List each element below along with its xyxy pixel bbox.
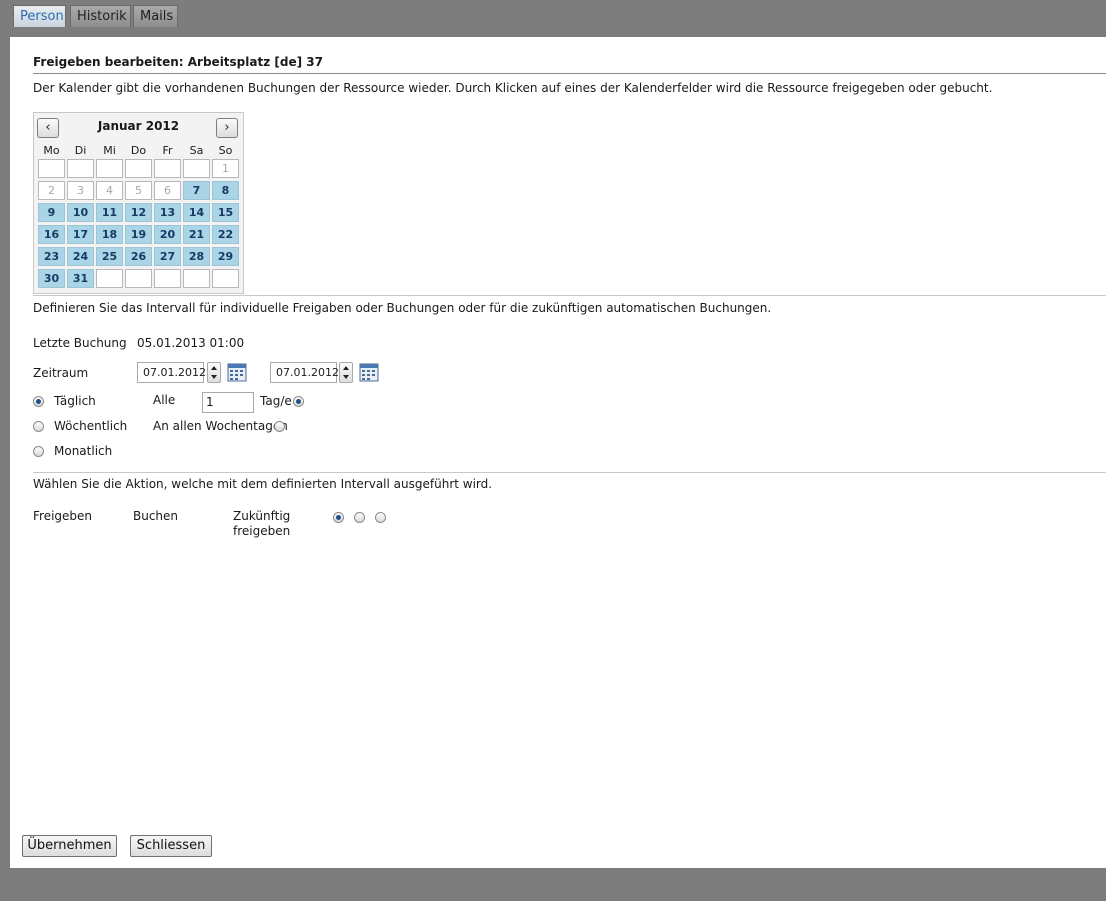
period-label: Zeitraum xyxy=(33,366,89,380)
calendar-empty-cell xyxy=(125,159,152,178)
calendar-day[interactable]: 9 xyxy=(38,203,65,222)
daily-radio[interactable] xyxy=(33,396,44,407)
calendar-empty-cell xyxy=(96,269,123,288)
calendar-day[interactable]: 21 xyxy=(183,225,210,244)
calendar-day[interactable]: 2 xyxy=(38,181,65,200)
calendar-day[interactable]: 14 xyxy=(183,203,210,222)
calendar-day[interactable]: 12 xyxy=(125,203,152,222)
calendar-empty-cell xyxy=(183,269,210,288)
calendar-picker-icon[interactable] xyxy=(227,362,247,382)
calendar-empty-cell xyxy=(125,269,152,288)
calendar-picker-icon[interactable] xyxy=(359,362,379,382)
interval-description: Definieren Sie das Intervall für individ… xyxy=(33,301,772,315)
chevron-left-icon: ‹ xyxy=(45,120,51,135)
calendar-day[interactable]: 26 xyxy=(125,247,152,266)
release-label: Freigeben xyxy=(33,509,93,523)
calendar-day[interactable]: 31 xyxy=(67,269,94,288)
calendar-day[interactable]: 20 xyxy=(154,225,181,244)
edit-panel: Freigeben bearbeiten: Arbeitsplatz [de] … xyxy=(10,37,1106,868)
calendar-empty-cell xyxy=(154,269,181,288)
weekday-header: Mo xyxy=(43,144,60,157)
section-divider-1 xyxy=(33,295,1106,296)
last-booking-value: 05.01.2013 01:00 xyxy=(137,336,245,350)
period-to-input[interactable]: 07.01.2012 xyxy=(270,362,339,383)
calendar-day[interactable]: 22 xyxy=(212,225,239,244)
calendar-day[interactable]: 3 xyxy=(67,181,94,200)
calendar-day[interactable]: 8 xyxy=(212,181,239,200)
weekday-header: So xyxy=(218,144,233,157)
book-radio[interactable] xyxy=(354,512,365,523)
calendar-day[interactable]: 1 xyxy=(212,159,239,178)
calendar-empty-cell xyxy=(96,159,123,178)
weekly-radio[interactable] xyxy=(33,421,44,432)
calendar-month-label: Januar 2012 xyxy=(97,119,180,133)
title-divider xyxy=(33,73,1106,74)
calendar-day[interactable]: 30 xyxy=(38,269,65,288)
calendar-day[interactable]: 7 xyxy=(183,181,210,200)
monthly-label: Monatlich xyxy=(54,444,113,458)
monthly-radio[interactable] xyxy=(33,446,44,457)
weekday-header: Sa xyxy=(189,144,204,157)
calendar-day[interactable]: 28 xyxy=(183,247,210,266)
calendar-description: Der Kalender gibt die vorhandenen Buchun… xyxy=(33,81,993,95)
tab-person[interactable]: Person xyxy=(13,5,66,27)
page-title: Freigeben bearbeiten: Arbeitsplatz [de] … xyxy=(33,55,323,69)
weekday-header: Fr xyxy=(162,144,173,157)
calendar-day[interactable]: 17 xyxy=(67,225,94,244)
weekday-header: Do xyxy=(130,144,147,157)
calendar-day[interactable]: 19 xyxy=(125,225,152,244)
calendar-prev-button[interactable]: ‹ xyxy=(37,118,59,138)
calendar-empty-cell xyxy=(183,159,210,178)
calendar-next-button[interactable]: › xyxy=(216,118,238,138)
every-days-input[interactable]: 1 xyxy=(202,392,254,413)
calendar-day[interactable]: 5 xyxy=(125,181,152,200)
calendar-day[interactable]: 6 xyxy=(154,181,181,200)
book-label: Buchen xyxy=(133,509,179,523)
future-release-label: Zukünftig freigeben xyxy=(233,509,291,538)
calendar-day[interactable]: 10 xyxy=(67,203,94,222)
daily-label: Täglich xyxy=(54,394,96,408)
calendar-day[interactable]: 24 xyxy=(67,247,94,266)
calendar-day[interactable]: 23 xyxy=(38,247,65,266)
section-divider-2 xyxy=(33,472,1106,473)
calendar-day[interactable]: 29 xyxy=(212,247,239,266)
calendar-day[interactable]: 16 xyxy=(38,225,65,244)
period-from-input[interactable]: 07.01.2012 xyxy=(137,362,206,383)
tab-bar: Person Historik Mails xyxy=(0,0,1106,27)
calendar-day[interactable]: 4 xyxy=(96,181,123,200)
action-description: Wählen Sie die Aktion, welche mit dem de… xyxy=(33,477,493,491)
days-unit-label: Tag/e xyxy=(260,394,292,408)
calendar-day[interactable]: 13 xyxy=(154,203,181,222)
calendar-empty-cell xyxy=(154,159,181,178)
weekday-header: Mi xyxy=(103,144,116,157)
calendar-day[interactable]: 25 xyxy=(96,247,123,266)
calendar-empty-cell xyxy=(212,269,239,288)
apply-button[interactable]: Übernehmen xyxy=(22,835,117,857)
calendar-day[interactable]: 18 xyxy=(96,225,123,244)
calendar: Januar 2012 ‹ › Mo Di Mi Do Fr Sa So 1 2 3 4 5 6 7 8 9 1… xyxy=(33,112,244,294)
future-release-radio[interactable] xyxy=(375,512,386,523)
chevron-right-icon: › xyxy=(224,120,230,135)
weekly-label: Wöchentlich xyxy=(54,419,128,433)
tab-mails[interactable]: Mails xyxy=(133,5,178,27)
close-button[interactable]: Schliessen xyxy=(130,835,212,857)
every-label: Alle xyxy=(153,393,176,407)
all-weekdays-radio[interactable] xyxy=(274,421,285,432)
tab-historik[interactable]: Historik xyxy=(70,5,131,27)
last-booking-label: Letzte Buchung xyxy=(33,336,127,350)
calendar-empty-cell xyxy=(38,159,65,178)
every-n-days-radio[interactable] xyxy=(293,396,304,407)
period-to-spinner[interactable] xyxy=(339,362,353,383)
calendar-day[interactable]: 15 xyxy=(212,203,239,222)
all-weekdays-label: An allen Wochentagen xyxy=(153,419,288,433)
calendar-day[interactable]: 27 xyxy=(154,247,181,266)
period-from-spinner[interactable] xyxy=(207,362,221,383)
calendar-day[interactable]: 11 xyxy=(96,203,123,222)
weekday-header: Di xyxy=(74,144,87,157)
calendar-empty-cell xyxy=(67,159,94,178)
release-radio[interactable] xyxy=(333,512,344,523)
